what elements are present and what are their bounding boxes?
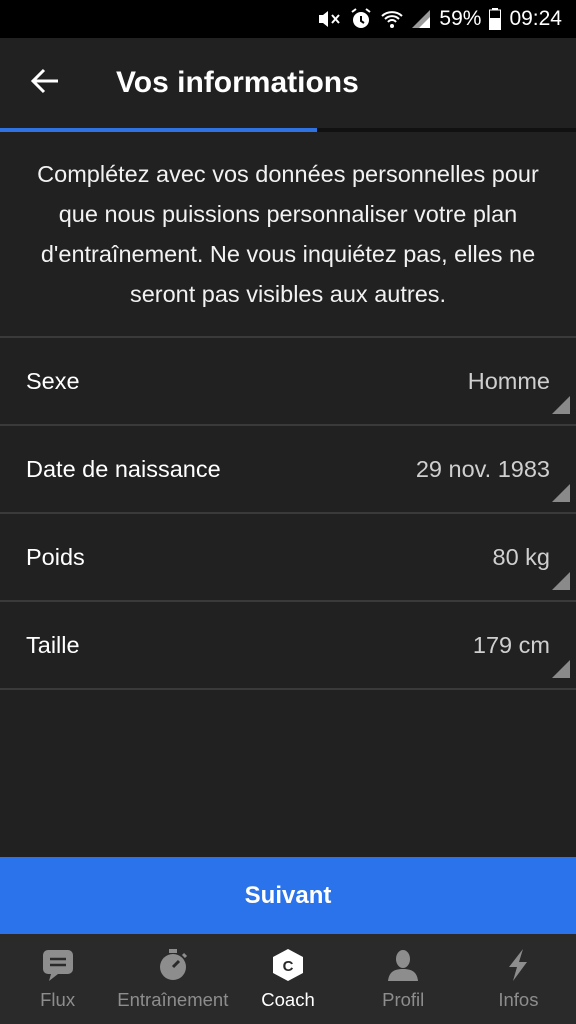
signal-icon [411, 9, 431, 29]
alarm-icon [349, 7, 373, 31]
dropdown-corner-icon [552, 660, 570, 678]
field-value: 80 kg [492, 543, 551, 570]
chat-icon [40, 947, 76, 983]
nav-item-coach[interactable]: C Coach [230, 934, 345, 1024]
bottom-nav: Flux Entraînement C Coach Profil Infos [0, 934, 576, 1024]
field-value: Homme [467, 367, 550, 394]
nav-item-infos[interactable]: Infos [461, 934, 576, 1024]
field-label: Date de naissance [26, 455, 221, 482]
dropdown-corner-icon [552, 484, 570, 502]
next-button[interactable]: Suivant [0, 857, 576, 934]
nav-label: Infos [498, 989, 539, 1010]
field-label: Taille [26, 631, 80, 658]
field-value: 29 nov. 1983 [415, 455, 550, 482]
field-value: 179 cm [472, 631, 550, 658]
dropdown-corner-icon [552, 396, 570, 414]
battery-icon [489, 8, 502, 30]
app-bar: Vos informations [0, 38, 576, 128]
nav-item-flux[interactable]: Flux [0, 934, 115, 1024]
nav-label: Entraînement [117, 989, 229, 1010]
nav-label: Profil [382, 989, 425, 1010]
wifi-icon [381, 9, 404, 29]
lightning-icon [500, 947, 536, 983]
person-icon [385, 947, 421, 983]
field-date-de-naissance[interactable]: Date de naissance 29 nov. 1983 [0, 426, 576, 512]
field-sexe[interactable]: Sexe Homme [0, 338, 576, 424]
nav-label: Coach [261, 989, 315, 1010]
nav-item-profil[interactable]: Profil [346, 934, 461, 1024]
nav-label: Flux [40, 989, 76, 1010]
page-title: Vos informations [116, 66, 359, 99]
status-bar: 59% 09:24 [0, 0, 576, 38]
svg-text:C: C [283, 958, 294, 975]
field-label: Sexe [26, 367, 80, 394]
dropdown-corner-icon [552, 572, 570, 590]
field-poids[interactable]: Poids 80 kg [0, 514, 576, 600]
battery-percent: 59% [439, 7, 482, 30]
stopwatch-icon [155, 947, 191, 983]
clock-time: 09:24 [509, 7, 562, 30]
field-label: Poids [26, 543, 85, 570]
back-button[interactable] [0, 38, 90, 128]
divider [0, 688, 576, 690]
personal-info-fields: Sexe Homme Date de naissance 29 nov. 198… [0, 336, 576, 690]
field-taille[interactable]: Taille 179 cm [0, 602, 576, 688]
arrow-left-icon [30, 68, 60, 99]
intro-text: Complétez avec vos données personnelles … [37, 161, 539, 307]
nav-item-entrainement[interactable]: Entraînement [115, 934, 230, 1024]
coach-icon: C [270, 947, 306, 983]
mute-icon [317, 8, 341, 30]
